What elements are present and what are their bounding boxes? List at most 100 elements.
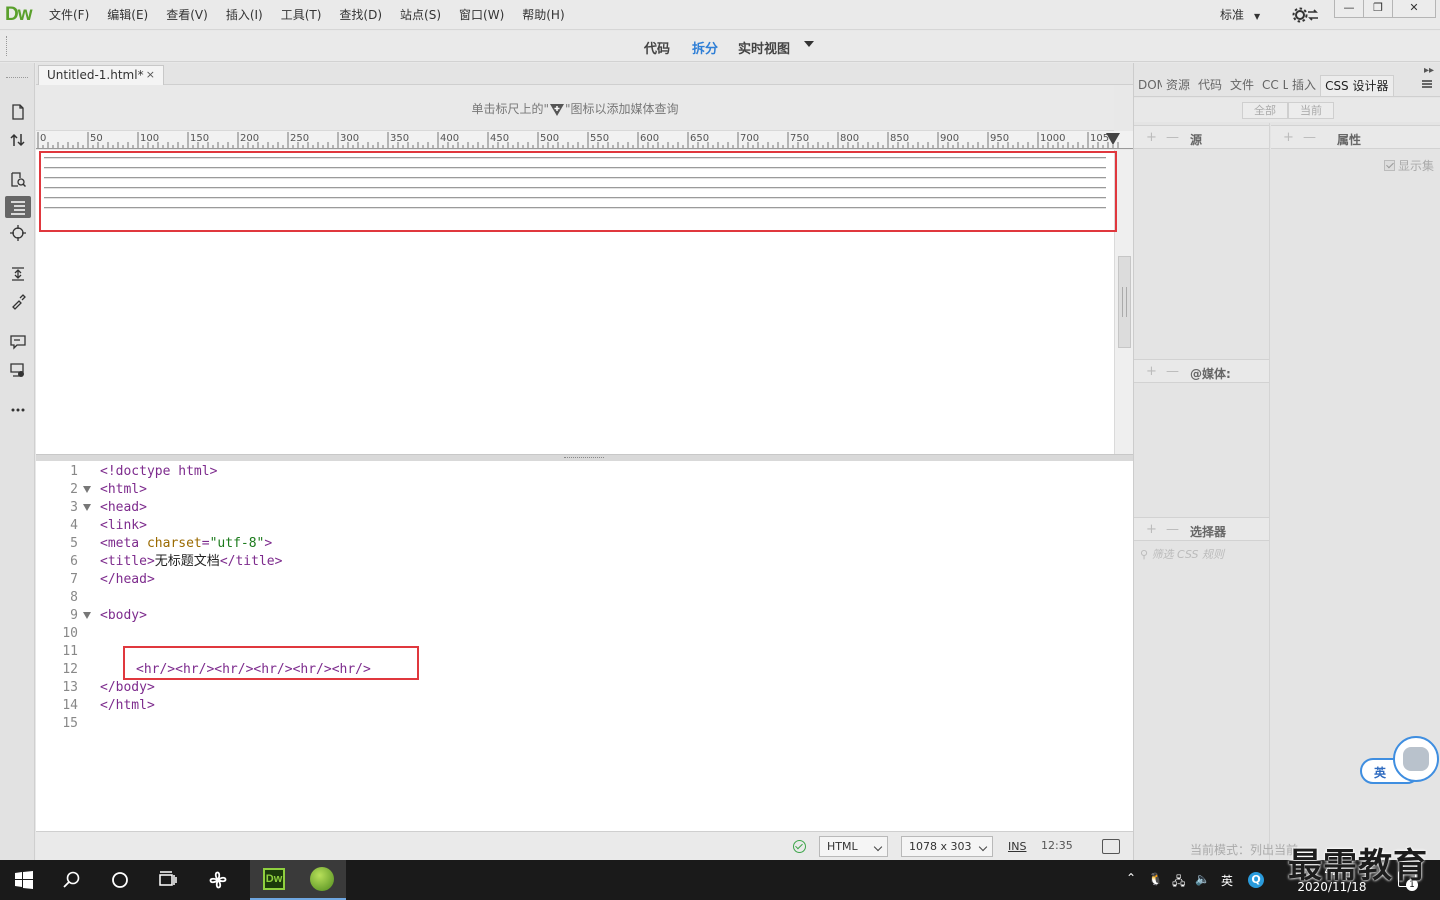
pinwheel-app[interactable] [194, 860, 242, 900]
add-selector-button[interactable]: + [1146, 522, 1157, 537]
tray-volume-icon[interactable]: 🔈 [1195, 872, 1210, 886]
tab-files[interactable]: 文件 [1226, 75, 1258, 96]
remove-selector-button[interactable]: — [1166, 522, 1179, 537]
tray-chevron-up-icon[interactable]: ⌃ [1126, 871, 1136, 885]
open-documents-tool[interactable] [5, 101, 31, 123]
code-line[interactable]: 15 [36, 715, 1133, 733]
workspace-select[interactable]: 标准 ▼ [1220, 6, 1260, 23]
code-line[interactable]: 1 <!doctype html> [36, 463, 1133, 481]
code-line[interactable]: 14 </html> [36, 697, 1133, 715]
remove-media-button[interactable]: — [1166, 364, 1179, 379]
ruler-label: 150 [190, 133, 209, 144]
snippet-tool[interactable] [5, 359, 31, 381]
menu-tools[interactable]: 工具(T) [272, 0, 331, 30]
media-query-bar[interactable]: 单击标尺上的" "图标以添加媒体查询 [36, 85, 1114, 131]
add-media-button[interactable]: + [1146, 364, 1157, 379]
toolbar-grip[interactable] [6, 77, 28, 80]
cortana-button[interactable] [96, 860, 144, 900]
menu-help[interactable]: 帮助(H) [513, 0, 573, 30]
task-view-button[interactable] [144, 860, 192, 900]
add-property-button[interactable]: + [1283, 130, 1294, 145]
show-set-checkbox[interactable]: 显示集 [1384, 157, 1434, 174]
sync-settings-icon[interactable] [1292, 6, 1320, 24]
fold-toggle-icon[interactable] [83, 486, 91, 493]
close-icon[interactable]: × [146, 66, 155, 84]
code-line[interactable]: 7 </head> [36, 571, 1133, 589]
apply-comment-tool[interactable] [5, 291, 31, 313]
code-line[interactable]: 4 <link> [36, 517, 1133, 535]
menu-insert[interactable]: 插入(I) [217, 0, 272, 30]
preview-icon[interactable] [1102, 839, 1120, 854]
document-tab-title: Untitled-1.html* [47, 68, 144, 82]
tray-q-app[interactable]: Q [1248, 872, 1264, 888]
inspect-tool[interactable] [5, 169, 31, 191]
start-button[interactable] [0, 860, 48, 900]
ruler[interactable]: 0 50 100 150 200 250 300 350 400 450 500 550 600 650 7… [36, 131, 1133, 149]
file-management-tool[interactable] [5, 129, 31, 151]
view-live-button[interactable]: 实时视图 [738, 38, 790, 57]
toolbar-grip[interactable] [6, 36, 8, 56]
document-type-select[interactable]: HTML [819, 836, 888, 857]
brush-icon [12, 294, 26, 310]
close-button[interactable]: ✕ [1392, 0, 1436, 18]
tab-dom[interactable]: DOM [1134, 75, 1162, 96]
tab-snippets[interactable]: 代码 [1194, 75, 1226, 96]
code-line[interactable]: 6 <title>无标题文档</title> [36, 553, 1133, 571]
tab-insert[interactable]: 插入 [1288, 75, 1320, 96]
tray-ime-indicator[interactable]: 英 [1221, 872, 1233, 889]
menu-site[interactable]: 站点(S) [391, 0, 450, 30]
menu-edit[interactable]: 编辑(E) [98, 0, 157, 30]
window-size-select[interactable]: 1078 x 303 [901, 836, 993, 857]
minimize-button[interactable]: — [1334, 0, 1364, 18]
up-down-arrows-icon [10, 133, 25, 147]
menu-file[interactable]: 文件(F) [40, 0, 98, 30]
view-split-button[interactable]: 拆分 [692, 38, 718, 57]
ruler-label: 0 [40, 133, 46, 144]
tray-qq-penguin-icon[interactable]: 🐧 [1148, 872, 1163, 886]
view-splitter[interactable] [36, 454, 1133, 461]
code-line[interactable]: 8 [36, 589, 1133, 607]
ruler-label: 250 [290, 133, 309, 144]
browser-taskbar-app[interactable] [298, 860, 346, 900]
code-text: <html> [100, 482, 147, 497]
expand-tool[interactable] [5, 263, 31, 285]
view-code-button[interactable]: 代码 [644, 38, 670, 57]
remove-source-button[interactable]: — [1166, 130, 1179, 145]
scrollbar-thumb[interactable] [1118, 256, 1131, 348]
fold-toggle-icon[interactable] [83, 612, 91, 619]
chevron-down-icon[interactable] [804, 41, 814, 47]
tab-assets[interactable]: 资源 [1162, 75, 1194, 96]
filter-current-button[interactable]: 当前 [1288, 102, 1334, 119]
search-button[interactable] [48, 860, 96, 900]
more-tools[interactable] [5, 399, 31, 421]
add-source-button[interactable]: + [1146, 130, 1157, 145]
menu-view[interactable]: 查看(V) [157, 0, 217, 30]
maximize-button[interactable]: ❐ [1363, 0, 1393, 18]
tab-cc-libraries[interactable]: CC L [1258, 75, 1288, 96]
code-line[interactable]: 13 </body> [36, 679, 1133, 697]
comment-tool[interactable] [5, 331, 31, 353]
menu-find[interactable]: 查找(D) [330, 0, 391, 30]
search-icon: ⚲ [1140, 548, 1152, 561]
insert-mode[interactable]: INS [1008, 840, 1026, 853]
assistant-avatar-icon[interactable] [1393, 736, 1439, 782]
filter-all-button[interactable]: 全部 [1242, 102, 1288, 119]
code-line[interactable]: 3 <head> [36, 499, 1133, 517]
menu-window[interactable]: 窗口(W) [450, 0, 513, 30]
assistant-widget[interactable]: 英 [1360, 736, 1440, 786]
dreamweaver-taskbar-app[interactable]: Dw [250, 860, 298, 900]
code-line[interactable]: 5 <meta charset="utf-8"> [36, 535, 1133, 553]
format-source-tool[interactable] [5, 196, 31, 218]
tray-network-icon[interactable]: 🖧 [1172, 872, 1185, 893]
remove-property-button[interactable]: — [1303, 130, 1316, 145]
code-line[interactable]: 10 [36, 625, 1133, 643]
css-rule-filter-input[interactable]: ⚲ 筛选 CSS 规则 [1140, 546, 1224, 562]
target-tool[interactable] [5, 222, 31, 244]
code-line[interactable]: 2 <html> [36, 481, 1133, 499]
fold-toggle-icon[interactable] [83, 504, 91, 511]
panel-menu-icon[interactable] [1422, 80, 1432, 88]
tab-css-designer[interactable]: CSS 设计器 [1320, 75, 1394, 96]
splitter-grip[interactable] [564, 457, 604, 459]
document-tab[interactable]: Untitled-1.html* × [38, 65, 164, 85]
code-line[interactable]: 9 <body> [36, 607, 1133, 625]
